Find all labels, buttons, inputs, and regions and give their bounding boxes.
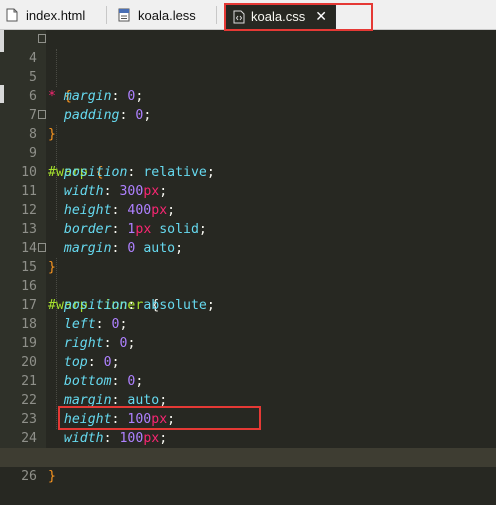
code-line-12: 12 border: 1px solid;: [0, 182, 496, 237]
code-line-11: 11 height: 400px;: [0, 163, 496, 218]
tab-divider: [216, 6, 217, 24]
code-line-21: 21 margin: auto;: [0, 353, 496, 408]
code-line-10: 10 width: 300px;: [0, 144, 496, 199]
line-number: 26: [21, 469, 37, 484]
code-line-20: 20 bottom: 0;: [0, 334, 496, 389]
tab-label: koala.less: [138, 7, 196, 23]
code-line-15: 15 #warp .inner {: [0, 239, 496, 313]
code-line-18: 18 right: 0;: [0, 296, 496, 351]
left-edge-marker: [0, 30, 4, 52]
code-line-6: 6 padding: 0;: [0, 68, 496, 123]
code-editor[interactable]: 4 * { 5 margin: 0; 6 padding: 0; 7 } 8 #…: [0, 30, 496, 484]
tab-bar: index.html koala.less koala.css ✕: [0, 0, 496, 30]
less-file-icon: [118, 8, 130, 22]
tab-label: koala.css: [251, 9, 306, 24]
close-icon[interactable]: ✕: [315, 9, 327, 25]
code-line-7: 7 }: [0, 87, 496, 142]
code-line-23: 23 width: 100px;: [0, 391, 496, 446]
fold-toggle-icon[interactable]: [38, 34, 46, 43]
tab-koala-css[interactable]: koala.css ✕: [224, 3, 336, 30]
tab-koala-less[interactable]: koala.less: [118, 2, 196, 28]
tab-index-html[interactable]: index.html: [6, 2, 85, 28]
code-line-16: 16 position: absolute;: [0, 258, 496, 313]
code-line-14: 14 }: [0, 220, 496, 275]
tab-label: index.html: [26, 7, 86, 23]
code-line-25: 25 }: [0, 429, 496, 484]
code-line-26: 26: [0, 448, 496, 484]
code-text: }: [48, 469, 56, 484]
css-file-icon: [233, 10, 245, 24]
code-line-22: 22 height: 100px;: [0, 372, 496, 427]
code-line-8: 8 #warp {: [0, 106, 496, 180]
code-line-24: 24 background: #ffc0cb;: [0, 410, 496, 465]
html-file-icon: [6, 8, 18, 22]
left-edge-marker: [0, 85, 4, 103]
code-line-13: 13 margin: 0 auto;: [0, 201, 496, 256]
code-line-19: 19 top: 0;: [0, 315, 496, 370]
fold-toggle-icon[interactable]: [38, 243, 46, 252]
code-line-17: 17 left: 0;: [0, 277, 496, 332]
code-line-4: 4 * {: [0, 30, 496, 104]
code-line-5: 5 margin: 0;: [0, 49, 496, 104]
code-line-9: 9 position: relative;: [0, 125, 496, 180]
tab-divider: [106, 6, 107, 24]
fold-toggle-icon[interactable]: [38, 110, 46, 119]
